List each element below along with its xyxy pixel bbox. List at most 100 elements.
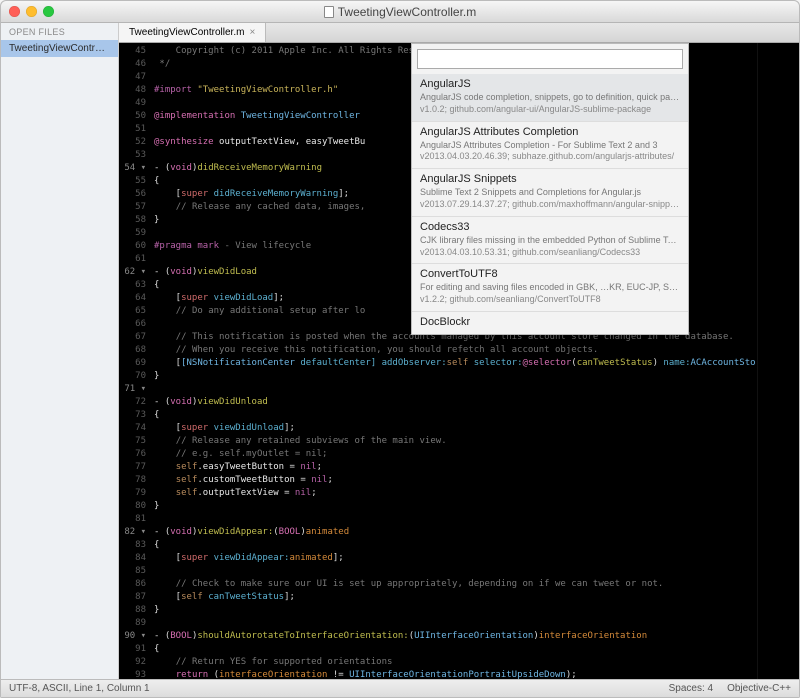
line-number[interactable]: 53 (121, 149, 146, 162)
code-line[interactable]: self.easyTweetButton = nil; (154, 461, 757, 474)
code-line[interactable]: } (154, 604, 757, 617)
tab-bar[interactable]: TweetingViewController.m × (119, 23, 799, 43)
line-number-gutter[interactable]: 45464748495051525354 ▾5556575859606162 ▾… (119, 43, 150, 679)
code-line[interactable]: // e.g. self.myOutlet = nil; (154, 448, 757, 461)
code-line[interactable]: [super viewDidAppear:animated]; (154, 552, 757, 565)
command-palette-input[interactable] (417, 49, 683, 69)
line-number[interactable]: 55 (121, 175, 146, 188)
code-line[interactable]: { (154, 409, 757, 422)
line-number[interactable]: 90 ▾ (121, 630, 146, 643)
code-line[interactable]: // Release any retained subviews of the … (154, 435, 757, 448)
code-line[interactable]: - (void)viewDidUnload (154, 396, 757, 409)
palette-item[interactable]: AngularJS Attributes CompletionAngularJS… (412, 121, 688, 169)
line-number[interactable]: 61 (121, 253, 146, 266)
line-number[interactable]: 88 (121, 604, 146, 617)
status-syntax[interactable]: Objective-C++ (727, 683, 791, 694)
line-number[interactable]: 58 (121, 214, 146, 227)
palette-item-name: AngularJS Snippets (420, 173, 680, 185)
palette-item[interactable]: DocBlockr (412, 311, 688, 334)
line-number[interactable]: 68 (121, 344, 146, 357)
tab-active[interactable]: TweetingViewController.m × (119, 23, 266, 42)
status-indent[interactable]: Spaces: 4 (669, 683, 713, 694)
line-number[interactable]: 49 (121, 97, 146, 110)
line-number[interactable]: 73 (121, 409, 146, 422)
line-number[interactable]: 67 (121, 331, 146, 344)
palette-item-desc: CJK library files missing in the embedde… (420, 235, 680, 246)
line-number[interactable]: 51 (121, 123, 146, 136)
line-number[interactable]: 65 (121, 305, 146, 318)
command-palette[interactable]: AngularJSAngularJS code completion, snip… (411, 43, 689, 335)
palette-item-meta: v2013.04.03.20.46.39; subhaze.github.com… (420, 151, 680, 162)
code-line[interactable] (154, 513, 757, 526)
line-number[interactable]: 93 (121, 669, 146, 679)
palette-item-desc: AngularJS code completion, snippets, go … (420, 92, 680, 103)
line-number[interactable]: 87 (121, 591, 146, 604)
code-line[interactable]: self.customTweetButton = nil; (154, 474, 757, 487)
line-number[interactable]: 46 (121, 58, 146, 71)
line-number[interactable]: 75 (121, 435, 146, 448)
line-number[interactable]: 50 (121, 110, 146, 123)
code-line[interactable]: self.outputTextView = nil; (154, 487, 757, 500)
line-number[interactable]: 66 (121, 318, 146, 331)
code-line[interactable]: { (154, 539, 757, 552)
palette-item[interactable]: AngularJSAngularJS code completion, snip… (412, 74, 688, 121)
code-line[interactable]: [self canTweetStatus]; (154, 591, 757, 604)
line-number[interactable]: 62 ▾ (121, 266, 146, 279)
line-number[interactable]: 76 (121, 448, 146, 461)
line-number[interactable]: 52 (121, 136, 146, 149)
code-line[interactable]: - (BOOL)shouldAutorotateToInterfaceOrien… (154, 630, 757, 643)
code-line[interactable] (154, 383, 757, 396)
palette-item-name: Codecs33 (420, 221, 680, 233)
line-number[interactable]: 80 (121, 500, 146, 513)
line-number[interactable]: 59 (121, 227, 146, 240)
line-number[interactable]: 77 (121, 461, 146, 474)
line-number[interactable]: 85 (121, 565, 146, 578)
code-line[interactable]: - (void)viewDidAppear:(BOOL)animated (154, 526, 757, 539)
line-number[interactable]: 47 (121, 71, 146, 84)
line-number[interactable]: 60 (121, 240, 146, 253)
line-number[interactable]: 83 (121, 539, 146, 552)
line-number[interactable]: 48 (121, 84, 146, 97)
line-number[interactable]: 70 (121, 370, 146, 383)
line-number[interactable]: 81 (121, 513, 146, 526)
line-number[interactable]: 72 (121, 396, 146, 409)
palette-item[interactable]: Codecs33 CJK library files missing in the… (412, 216, 688, 264)
line-number[interactable]: 82 ▾ (121, 526, 146, 539)
sidebar-open-file[interactable]: TweetingViewControlle… (1, 40, 118, 57)
titlebar[interactable]: TweetingViewController.m (1, 1, 799, 23)
code-line[interactable]: // When you receive this notification, y… (154, 344, 757, 357)
line-number[interactable]: 86 (121, 578, 146, 591)
line-number[interactable]: 69 (121, 357, 146, 370)
code-line[interactable]: // Return YES for supported orientations (154, 656, 757, 669)
minimap[interactable]: Copyright (c) 2011 Apple Inc. All Rights… (757, 43, 799, 679)
code-line[interactable]: // Check to make sure our UI is set up a… (154, 578, 757, 591)
close-tab-icon[interactable]: × (249, 27, 255, 38)
line-number[interactable]: 63 (121, 279, 146, 292)
code-line[interactable]: [super viewDidUnload]; (154, 422, 757, 435)
code-line[interactable] (154, 565, 757, 578)
palette-item[interactable]: AngularJS SnippetsSublime Text 2 Snippet… (412, 168, 688, 216)
line-number[interactable]: 91 (121, 643, 146, 656)
sidebar[interactable]: OPEN FILES TweetingViewControlle… (1, 23, 119, 679)
line-number[interactable]: 78 (121, 474, 146, 487)
line-number[interactable]: 84 (121, 552, 146, 565)
palette-item[interactable]: ConvertToUTF8For editing and saving file… (412, 263, 688, 311)
line-number[interactable]: 79 (121, 487, 146, 500)
line-number[interactable]: 56 (121, 188, 146, 201)
line-number[interactable]: 89 (121, 617, 146, 630)
line-number[interactable]: 54 ▾ (121, 162, 146, 175)
code-line[interactable]: [[NSNotificationCenter defaultCenter] ad… (154, 357, 757, 370)
code-line[interactable]: return (interfaceOrientation != UIInterf… (154, 669, 757, 679)
line-number[interactable]: 64 (121, 292, 146, 305)
line-number[interactable]: 74 (121, 422, 146, 435)
code-line[interactable]: } (154, 500, 757, 513)
status-encoding[interactable]: UTF-8, ASCII, Line 1, Column 1 (9, 683, 150, 694)
line-number[interactable]: 92 (121, 656, 146, 669)
line-number[interactable]: 45 (121, 45, 146, 58)
line-number[interactable]: 71 ▾ (121, 383, 146, 396)
line-number[interactable]: 57 (121, 201, 146, 214)
code-line[interactable]: { (154, 643, 757, 656)
status-bar[interactable]: UTF-8, ASCII, Line 1, Column 1 Spaces: 4… (1, 679, 799, 697)
code-line[interactable] (154, 617, 757, 630)
code-line[interactable]: } (154, 370, 757, 383)
